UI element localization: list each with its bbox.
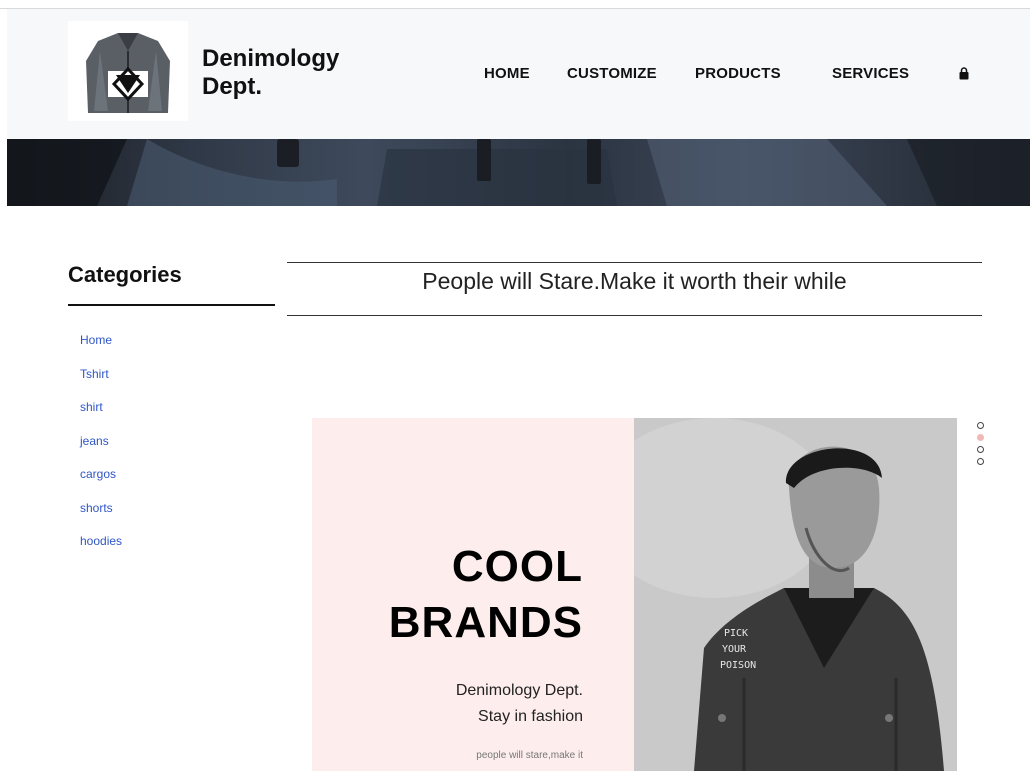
slide-small-text: people will stare,make it <box>476 750 583 761</box>
carousel-dot-1[interactable] <box>977 422 984 429</box>
jacket-text-pick: PICK <box>724 628 748 639</box>
jacket-text-your: YOUR <box>722 644 747 655</box>
nav-products[interactable]: PRODUCTS <box>695 65 781 82</box>
category-hoodies[interactable]: hoodies <box>80 534 122 548</box>
brand-logo[interactable] <box>68 21 188 121</box>
carousel-slide-image: PICK YOUR POISON <box>634 418 957 771</box>
top-border <box>0 0 1030 9</box>
nav-home[interactable]: HOME <box>484 65 530 82</box>
category-tshirt[interactable]: Tshirt <box>80 367 109 381</box>
jacket-logo-icon <box>68 21 188 121</box>
jacket-text-poison: POISON <box>720 660 756 671</box>
category-home[interactable]: Home <box>80 333 112 347</box>
slide-subtitle-fashion: Stay in fashion <box>478 708 583 725</box>
category-cargos[interactable]: cargos <box>80 467 116 481</box>
categories-title: Categories <box>68 262 182 287</box>
slide-heading-brands: BRANDS <box>388 598 583 647</box>
denim-texture <box>7 139 1030 206</box>
nav-customize[interactable]: CUSTOMIZE <box>567 65 657 82</box>
brand-name[interactable]: Denimology Dept. <box>202 45 339 101</box>
model-photo: PICK YOUR POISON <box>634 418 957 771</box>
site-header: Denimology Dept. HOME CUSTOMIZE PRODUCTS… <box>7 9 1030 139</box>
carousel-slide-text-panel: COOL BRANDS Denimology Dept. Stay in fas… <box>312 418 634 771</box>
nav-services[interactable]: SERVICES <box>832 65 909 82</box>
category-jeans[interactable]: jeans <box>80 434 109 448</box>
category-shirt[interactable]: shirt <box>80 400 103 414</box>
categories-underline <box>68 304 275 306</box>
tagline: People will Stare.Make it worth their wh… <box>422 268 847 294</box>
tagline-bottom-rule <box>287 315 982 316</box>
shopping-bag-icon[interactable] <box>957 67 971 81</box>
carousel-dot-3[interactable] <box>977 446 984 453</box>
brand-line-1: Denimology <box>202 45 340 72</box>
slide-subtitle-brand: Denimology Dept. <box>455 682 583 699</box>
category-shorts[interactable]: shorts <box>80 501 113 515</box>
hero-banner <box>7 139 1030 206</box>
slide-heading-cool: COOL <box>451 542 583 591</box>
brand-line-2: Dept. <box>202 73 262 100</box>
carousel-dot-2[interactable] <box>977 434 984 441</box>
carousel-dot-4[interactable] <box>977 458 984 465</box>
tagline-top-rule <box>287 262 982 263</box>
